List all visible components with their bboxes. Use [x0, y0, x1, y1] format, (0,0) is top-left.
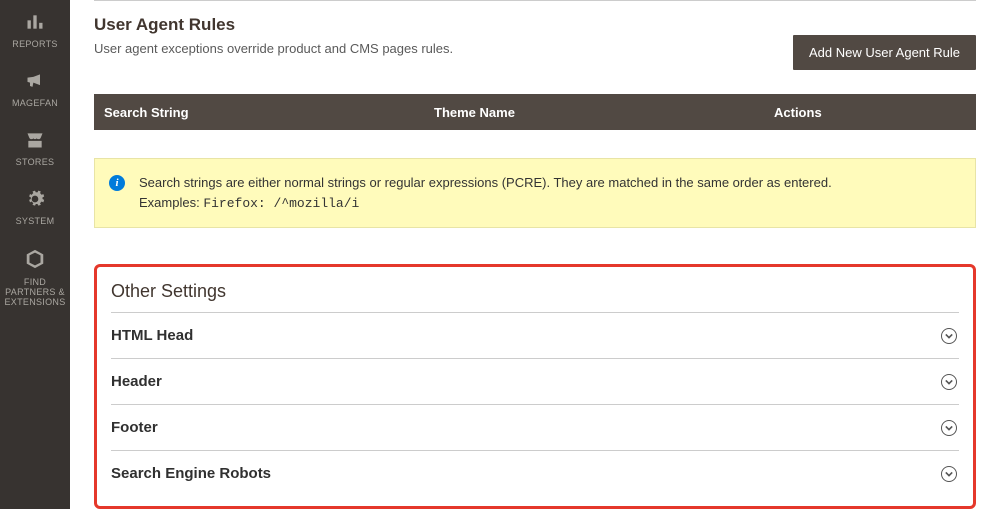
accordion-html-head[interactable]: HTML Head	[111, 312, 959, 358]
sidebar-item-stores[interactable]: STORES	[0, 118, 70, 177]
accordion-label: Search Engine Robots	[111, 465, 271, 482]
user-agent-header-row: User Agent Rules User agent exceptions o…	[94, 15, 976, 70]
info-line1: Search strings are either normal strings…	[139, 175, 832, 190]
sidebar-item-label: FIND PARTNERS & EXTENSIONS	[4, 277, 66, 307]
partners-icon	[24, 248, 46, 272]
column-theme-name: Theme Name	[424, 105, 764, 120]
sidebar-item-label: SYSTEM	[16, 216, 55, 226]
add-user-agent-rule-button[interactable]: Add New User Agent Rule	[793, 35, 976, 70]
sidebar-item-label: STORES	[16, 157, 55, 167]
sidebar-item-reports[interactable]: REPORTS	[0, 0, 70, 59]
chevron-down-icon	[941, 420, 957, 436]
sidebar-item-system[interactable]: SYSTEM	[0, 177, 70, 236]
info-text: Search strings are either normal strings…	[139, 173, 832, 213]
user-agent-rules-title: User Agent Rules	[94, 15, 453, 35]
info-example-code: Firefox: /^mozilla/i	[203, 196, 359, 211]
accordion-label: HTML Head	[111, 327, 193, 344]
sidebar-item-partners[interactable]: FIND PARTNERS & EXTENSIONS	[0, 236, 70, 317]
app-root: REPORTS MAGEFAN STORES SYSTEM FIND PARTN…	[0, 0, 1000, 509]
accordion-footer[interactable]: Footer	[111, 404, 959, 450]
user-agent-rules-subtitle: User agent exceptions override product a…	[94, 41, 453, 56]
stores-icon	[25, 130, 45, 152]
accordion-search-engine-robots[interactable]: Search Engine Robots	[111, 450, 959, 496]
info-message: i Search strings are either normal strin…	[94, 158, 976, 228]
info-icon: i	[109, 175, 125, 191]
sidebar-item-label: MAGEFAN	[12, 98, 58, 108]
gear-icon	[25, 189, 45, 211]
reports-icon	[25, 12, 45, 34]
column-search-string: Search String	[94, 105, 424, 120]
accordion-header[interactable]: Header	[111, 358, 959, 404]
main-content: User Agent Rules User agent exceptions o…	[70, 0, 1000, 509]
chevron-down-icon	[941, 466, 957, 482]
user-agent-table-header: Search String Theme Name Actions	[94, 94, 976, 130]
admin-sidebar: REPORTS MAGEFAN STORES SYSTEM FIND PARTN…	[0, 0, 70, 509]
accordion-label: Header	[111, 373, 162, 390]
info-examples-label: Examples:	[139, 195, 203, 210]
sidebar-item-magefan[interactable]: MAGEFAN	[0, 59, 70, 118]
sidebar-item-label: REPORTS	[12, 39, 57, 49]
chevron-down-icon	[941, 328, 957, 344]
other-settings-highlight: Other Settings HTML Head Header Footer S…	[94, 264, 976, 509]
chevron-down-icon	[941, 374, 957, 390]
column-actions: Actions	[764, 105, 976, 120]
other-settings-title: Other Settings	[111, 281, 959, 302]
megaphone-icon	[25, 71, 45, 93]
accordion-label: Footer	[111, 419, 158, 436]
